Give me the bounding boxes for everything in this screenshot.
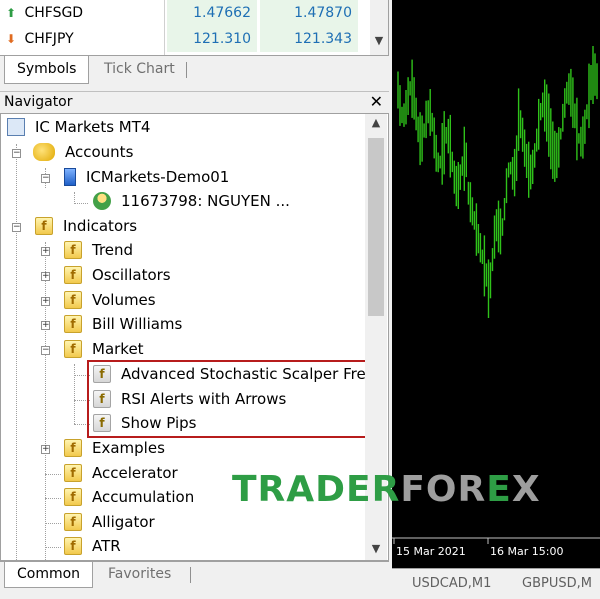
symbol-label: CHFJPY [24,31,74,47]
accounts-icon [33,143,55,161]
logo-text: E [486,469,512,510]
tab-common[interactable]: Common [4,562,94,588]
tree-line [45,547,61,548]
symbol-cell: ⬆ CHFSGD [6,0,83,26]
chart-tab-gbpusd[interactable]: GBPUSD,M [522,573,592,595]
tree-line [74,364,75,424]
indicator-icon: f [64,315,82,333]
ask-cell: 1.47870 [260,0,358,26]
chevron-down-icon[interactable]: ▼ [370,34,388,50]
bid-cell: 121.310 [167,26,257,52]
node-label: Accounts [65,143,134,161]
expand-toggle[interactable]: + [41,321,50,330]
arrow-down-icon: ⬇ [6,32,17,46]
scrollbar-thumb[interactable] [368,138,384,316]
close-icon[interactable]: ✕ [370,92,383,111]
indicator-icon: f [64,241,82,259]
tab-tick-chart[interactable]: Tick Chart [92,56,187,84]
indicator-icon: f [64,291,82,309]
chevron-down-icon[interactable]: ▼ [365,542,387,555]
indicator-icon: f [64,513,82,531]
navigator-title: Navigator [4,94,73,110]
tab-symbols[interactable]: Symbols [4,56,90,84]
symbol-cell: ⬇ CHFJPY [6,26,74,52]
arrow-up-icon: ⬆ [6,6,17,20]
node-label: Trend [92,241,134,259]
node-label: Indicators [63,217,138,235]
traderforex-logo: TRADERFOREX [232,469,541,510]
x-tick-label: 16 Mar 15:00 [490,545,563,558]
chart-tab-usdcad[interactable]: USDCAD,M1 [412,573,491,595]
tree-line [45,498,61,499]
node-label: Examples [92,439,165,457]
node-label: IC Markets MT4 [35,118,151,136]
column-divider [164,0,165,55]
node-label: ATR [92,537,121,555]
indicator-icon: f [64,266,82,284]
tree-line [74,203,88,204]
chevron-up-icon[interactable]: ▲ [365,116,387,129]
node-label: 11673798: NGUYEN ... [121,192,290,210]
tab-separator [190,567,191,583]
indicator-icon: f [64,488,82,506]
market-row-chfsgd[interactable]: ⬆ CHFSGD 1.47662 1.47870 [0,0,370,26]
bid-cell: 1.47662 [167,0,257,26]
terminal-icon [7,118,25,136]
tree-line [45,474,61,475]
collapse-toggle[interactable]: − [12,149,21,158]
folder-indicator-icon: f [64,340,82,358]
navigator-tabbar: Common Favorites [0,561,389,599]
tree-line [45,242,46,560]
node-label: Accumulation [92,488,195,506]
expand-toggle[interactable]: + [41,297,50,306]
indicator-icon: f [35,217,53,235]
market-watch-panel: ⬆ CHFSGD 1.47662 1.47870 ⬇ CHFJPY 121.31… [0,0,389,55]
expand-toggle[interactable]: + [41,247,50,256]
indicator-icon: f [64,464,82,482]
tab-separator [186,62,187,78]
x-tick-label: 15 Mar 2021 [396,545,466,558]
logo-text: FOR [400,469,487,510]
symbol-label: CHFSGD [24,5,84,21]
chart-tabbar: USDCAD,M1 GBPUSD,M [392,568,600,599]
node-label: Volumes [92,291,156,309]
tree-line [45,523,61,524]
collapse-toggle[interactable]: − [12,223,21,232]
indicator-icon: f [64,439,82,457]
node-label: Oscillators [92,266,171,284]
ask-cell: 121.343 [260,26,358,52]
user-icon [93,192,111,210]
node-label: ICMarkets-Demo01 [86,168,230,186]
node-label: Accelerator [92,464,178,482]
market-row-chfjpy[interactable]: ⬇ CHFJPY 121.310 121.343 [0,26,370,52]
expand-toggle[interactable]: + [41,272,50,281]
logo-text: TRADER [232,469,401,510]
market-watch-scrollbar[interactable]: ▼ [370,0,388,55]
tab-favorites[interactable]: Favorites [96,562,183,588]
navigator-header: Navigator ✕ [0,91,389,113]
indicator-icon: f [64,537,82,555]
logo-text: X [511,469,541,510]
highlight-box [87,360,370,438]
tree-line [16,144,17,560]
server-icon [64,168,76,186]
market-watch-tabbar: Symbols Tick Chart [0,55,389,91]
collapse-toggle[interactable]: − [41,174,50,183]
node-label: Alligator [92,513,155,531]
expand-toggle[interactable]: + [41,445,50,454]
node-label: Market [92,340,144,358]
node-label: Bill Williams [92,315,183,333]
collapse-toggle[interactable]: − [41,346,50,355]
